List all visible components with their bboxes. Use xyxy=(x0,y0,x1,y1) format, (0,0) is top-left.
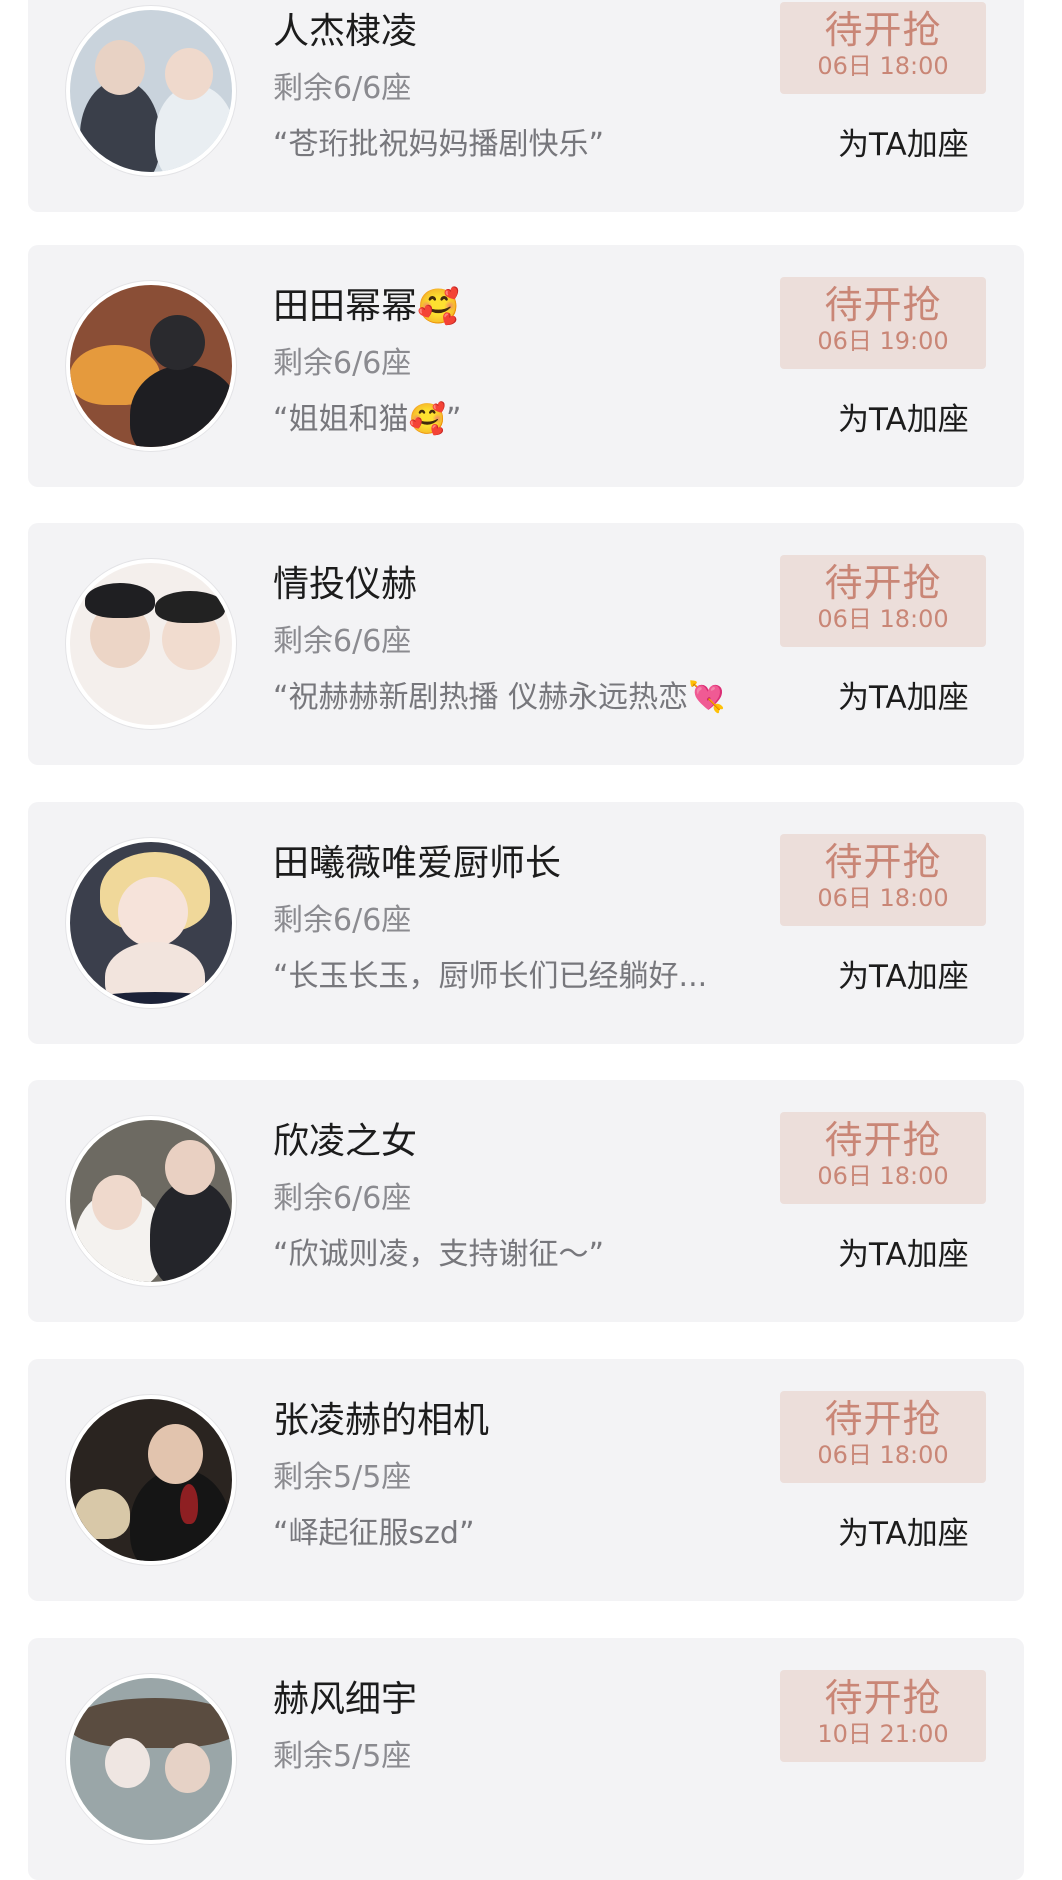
card-message: “姐姐和猫🥰” xyxy=(273,402,462,437)
list-item[interactable]: 田田幂幂🥰 剩余6/6座 “姐姐和猫🥰” 待开抢 06日 19:00 为TA加座 xyxy=(28,245,1024,487)
card-name: 赫风细宇 xyxy=(273,1679,418,1720)
status-badge[interactable]: 待开抢 10日 21:00 xyxy=(780,1670,986,1762)
list-item[interactable]: 张凌赫的相机 剩余5/5座 “峄起征服szd” 待开抢 06日 18:00 为T… xyxy=(28,1359,1024,1601)
fan-seat-list: 人杰棣凌 剩余6/6座 “苍珩批祝妈妈播剧快乐” 待开抢 06日 18:00 为… xyxy=(0,0,1062,1880)
add-seat-button[interactable]: 为TA加座 xyxy=(838,1236,969,1274)
status-badge[interactable]: 待开抢 06日 18:00 xyxy=(780,834,986,926)
remaining-seats: 剩余5/5座 xyxy=(273,1460,412,1495)
remaining-seats: 剩余6/6座 xyxy=(273,71,412,106)
status-badge[interactable]: 待开抢 06日 18:00 xyxy=(780,1112,986,1204)
badge-time: 06日 18:00 xyxy=(817,605,949,633)
badge-time: 06日 18:00 xyxy=(817,884,949,912)
status-badge[interactable]: 待开抢 06日 18:00 xyxy=(780,555,986,647)
remaining-seats: 剩余6/6座 xyxy=(273,903,412,938)
avatar[interactable] xyxy=(66,559,236,729)
badge-time: 06日 18:00 xyxy=(817,1162,949,1190)
card-message: “长玉长玉，厨师长们已经躺好... xyxy=(273,959,708,994)
card-name: 人杰棣凌 xyxy=(273,11,418,52)
avatar[interactable] xyxy=(66,1674,236,1844)
avatar[interactable] xyxy=(66,6,236,176)
badge-status: 待开抢 xyxy=(824,1676,942,1720)
card-message: “苍珩批祝妈妈播剧快乐” xyxy=(273,127,605,162)
card-message: “欣诚则凌，支持谢征～” xyxy=(273,1237,605,1272)
badge-status: 待开抢 xyxy=(824,1118,942,1162)
add-seat-button[interactable]: 为TA加座 xyxy=(838,126,969,164)
avatar[interactable] xyxy=(66,838,236,1008)
add-seat-button[interactable]: 为TA加座 xyxy=(838,679,969,717)
badge-status: 待开抢 xyxy=(824,283,942,327)
card-message: “祝赫赫新剧热播 仪赫永远热恋💘 xyxy=(273,680,726,715)
card-name: 张凌赫的相机 xyxy=(273,1400,490,1441)
card-message: “峄起征服szd” xyxy=(273,1516,475,1551)
badge-time: 10日 21:00 xyxy=(817,1720,949,1748)
card-name: 田曦薇唯爱厨师长 xyxy=(273,843,562,884)
remaining-seats: 剩余5/5座 xyxy=(273,1739,412,1774)
badge-status: 待开抢 xyxy=(824,561,942,605)
card-name: 田田幂幂🥰 xyxy=(273,286,460,327)
badge-status: 待开抢 xyxy=(824,8,942,52)
badge-time: 06日 18:00 xyxy=(817,1441,949,1469)
card-name: 情投仪赫 xyxy=(273,564,418,605)
badge-status: 待开抢 xyxy=(824,840,942,884)
status-badge[interactable]: 待开抢 06日 18:00 xyxy=(780,1391,986,1483)
avatar[interactable] xyxy=(66,1116,236,1286)
add-seat-button[interactable]: 为TA加座 xyxy=(838,958,969,996)
list-item[interactable]: 情投仪赫 剩余6/6座 “祝赫赫新剧热播 仪赫永远热恋💘 待开抢 06日 18:… xyxy=(28,523,1024,765)
badge-time: 06日 18:00 xyxy=(817,52,949,80)
status-badge[interactable]: 待开抢 06日 19:00 xyxy=(780,277,986,369)
list-item[interactable]: 人杰棣凌 剩余6/6座 “苍珩批祝妈妈播剧快乐” 待开抢 06日 18:00 为… xyxy=(28,0,1024,212)
badge-time: 06日 19:00 xyxy=(817,327,949,355)
remaining-seats: 剩余6/6座 xyxy=(273,624,412,659)
list-item[interactable]: 田曦薇唯爱厨师长 剩余6/6座 “长玉长玉，厨师长们已经躺好... 待开抢 06… xyxy=(28,802,1024,1044)
list-item[interactable]: 欣凌之女 剩余6/6座 “欣诚则凌，支持谢征～” 待开抢 06日 18:00 为… xyxy=(28,1080,1024,1322)
badge-status: 待开抢 xyxy=(824,1397,942,1441)
avatar[interactable] xyxy=(66,1395,236,1565)
add-seat-button[interactable]: 为TA加座 xyxy=(838,1515,969,1553)
remaining-seats: 剩余6/6座 xyxy=(273,346,412,381)
add-seat-button[interactable]: 为TA加座 xyxy=(838,401,969,439)
avatar[interactable] xyxy=(66,281,236,451)
status-badge[interactable]: 待开抢 06日 18:00 xyxy=(780,2,986,94)
list-item[interactable]: 赫风细宇 剩余5/5座 待开抢 10日 21:00 xyxy=(28,1638,1024,1880)
remaining-seats: 剩余6/6座 xyxy=(273,1181,412,1216)
smiling-face-with-hearts-icon: 🥰 xyxy=(417,287,460,327)
card-name: 欣凌之女 xyxy=(273,1121,418,1162)
